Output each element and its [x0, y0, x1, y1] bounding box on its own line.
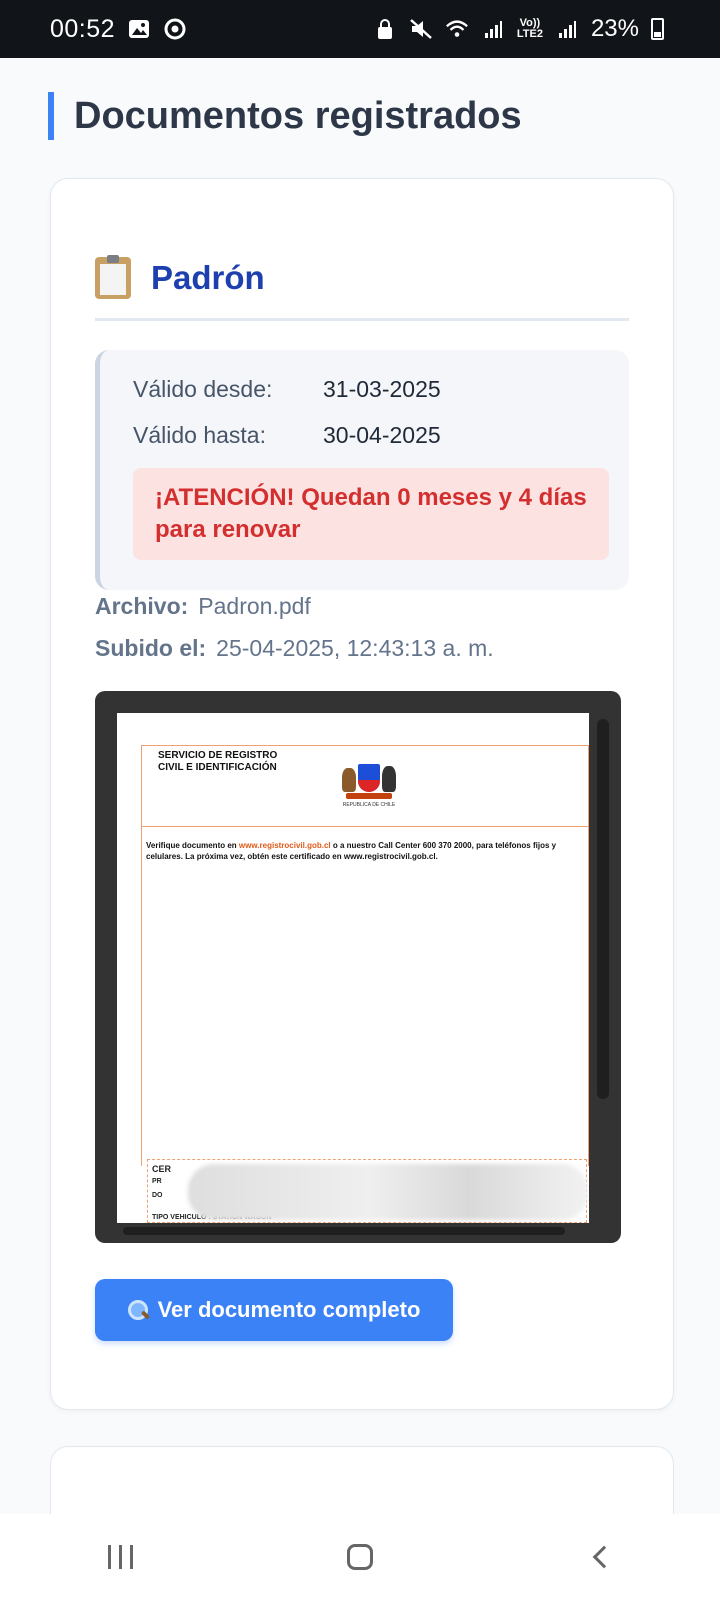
status-right: Vo)) LTE2 23% — [373, 15, 664, 43]
status-bar: 00:52 Vo)) LTE2 23% — [0, 0, 720, 58]
pdf-cert-label: CER — [152, 1164, 172, 1174]
view-document-label: Ver documento completo — [157, 1297, 421, 1322]
document-card: Padrón Válido desde: 31-03-2025 Válido h… — [50, 178, 674, 1410]
pdf-pr-label: PR — [152, 1178, 162, 1185]
wifi-icon — [445, 17, 469, 41]
signal-icon — [481, 17, 505, 41]
battery-percent: 23% — [590, 15, 639, 42]
pdf-verify-link: www.registrocivil.gob.cl — [238, 841, 331, 850]
pdf-body: Verifique documento en www.registrocivil… — [141, 826, 589, 1166]
pdf-org-name: SERVICIO DE REGISTRO CIVIL E IDENTIFICAC… — [158, 750, 278, 773]
mute-icon — [409, 17, 433, 41]
pdf-cert-section: CER PR DO TIPO VEHICULO : STATION WAGON — [147, 1159, 588, 1223]
valid-to-row: Válido hasta: 30-04-2025 — [133, 422, 441, 449]
recent-apps-button[interactable] — [80, 1527, 160, 1587]
gallery-icon — [127, 17, 151, 41]
system-nav-bar — [0, 1514, 720, 1600]
valid-to-label: Válido hasta: — [133, 422, 266, 448]
document-card-header: Padrón — [95, 255, 629, 321]
file-info: Archivo: Padron.pdf — [95, 593, 311, 620]
view-document-button[interactable]: Ver documento completo — [95, 1279, 453, 1341]
redacted-area — [188, 1164, 588, 1220]
magnifier-icon — [127, 1300, 148, 1320]
valid-from-row: Válido desde: 31-03-2025 — [133, 376, 441, 403]
upload-info: Subido el: 25-04-2025, 12:43:13 a. m. — [95, 635, 494, 662]
lte-indicator: Vo)) LTE2 — [516, 17, 543, 40]
validity-box: Válido desde: 31-03-2025 Válido hasta: 3… — [95, 350, 629, 590]
pdf-do-label: DO — [152, 1192, 163, 1199]
pdf-page: SERVICIO DE REGISTRO CIVIL E IDENTIFICAC… — [117, 713, 589, 1223]
lock-icon — [373, 17, 397, 41]
pdf-header: SERVICIO DE REGISTRO CIVIL E IDENTIFICAC… — [141, 745, 589, 827]
uploaded-label: Subido el: — [95, 635, 207, 661]
preview-horizontal-scrollbar[interactable] — [123, 1227, 565, 1235]
status-left: 00:52 — [50, 15, 187, 44]
clock: 00:52 — [50, 14, 116, 43]
back-icon — [592, 1545, 616, 1569]
chrome-icon — [163, 17, 187, 41]
page-title: Documentos registrados — [48, 92, 522, 140]
valid-to-value: 30-04-2025 — [323, 422, 441, 448]
signal-icon-2 — [555, 17, 579, 41]
document-preview[interactable]: SERVICIO DE REGISTRO CIVIL E IDENTIFICAC… — [95, 691, 621, 1243]
crest-caption: REPUBLICA DE CHILE — [342, 802, 396, 808]
file-label: Archivo: — [95, 593, 189, 619]
document-title: Padrón — [151, 259, 265, 296]
battery-icon — [651, 18, 664, 40]
file-name: Padron.pdf — [198, 593, 311, 619]
preview-vertical-scrollbar[interactable] — [597, 719, 609, 1099]
home-icon — [347, 1544, 373, 1570]
pdf-verify-text: Verifique documento en www.registrocivil… — [146, 841, 557, 861]
valid-from-label: Válido desde: — [133, 376, 273, 402]
renewal-alert: ¡ATENCIÓN! Quedan 0 meses y 4 días para … — [133, 468, 609, 560]
chile-crest-icon: REPUBLICA DE CHILE — [334, 760, 404, 810]
uploaded-date: 25-04-2025, 12:43:13 a. m. — [216, 635, 494, 661]
clipboard-icon — [95, 255, 131, 299]
recent-apps-icon — [107, 1545, 133, 1569]
back-button[interactable] — [560, 1527, 640, 1587]
valid-from-value: 31-03-2025 — [323, 376, 441, 402]
home-button[interactable] — [320, 1527, 400, 1587]
